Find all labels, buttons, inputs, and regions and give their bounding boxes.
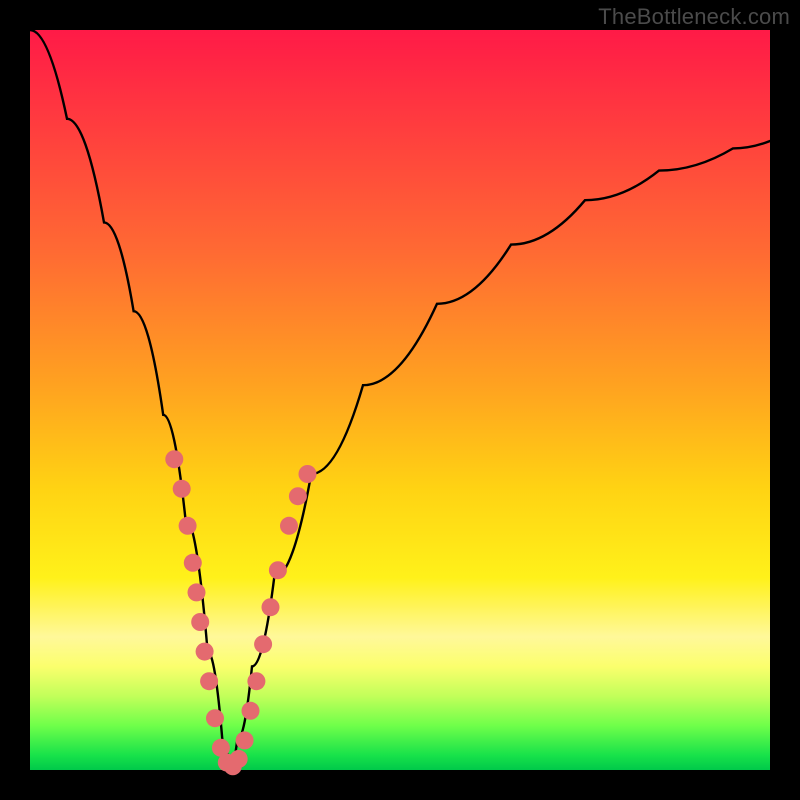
sample-dot <box>184 554 202 572</box>
sample-dot <box>188 583 206 601</box>
sample-dot <box>179 517 197 535</box>
dots-layer <box>165 450 316 775</box>
sample-dot <box>191 613 209 631</box>
sample-dot <box>242 702 260 720</box>
watermark-text: TheBottleneck.com <box>598 4 790 30</box>
sample-dot <box>230 750 248 768</box>
curve-svg <box>30 30 770 770</box>
bottleneck-curve <box>30 30 770 770</box>
sample-dot <box>289 487 307 505</box>
outer-frame: TheBottleneck.com <box>0 0 800 800</box>
sample-dot <box>236 731 254 749</box>
sample-dot <box>173 480 191 498</box>
sample-dot <box>280 517 298 535</box>
sample-dot <box>247 672 265 690</box>
sample-dot <box>206 709 224 727</box>
sample-dot <box>299 465 317 483</box>
sample-dot <box>165 450 183 468</box>
sample-dot <box>200 672 218 690</box>
sample-dot <box>254 635 272 653</box>
sample-dot <box>262 598 280 616</box>
plot-area <box>30 30 770 770</box>
sample-dot <box>269 561 287 579</box>
sample-dot <box>196 643 214 661</box>
curve-layer <box>30 30 770 770</box>
